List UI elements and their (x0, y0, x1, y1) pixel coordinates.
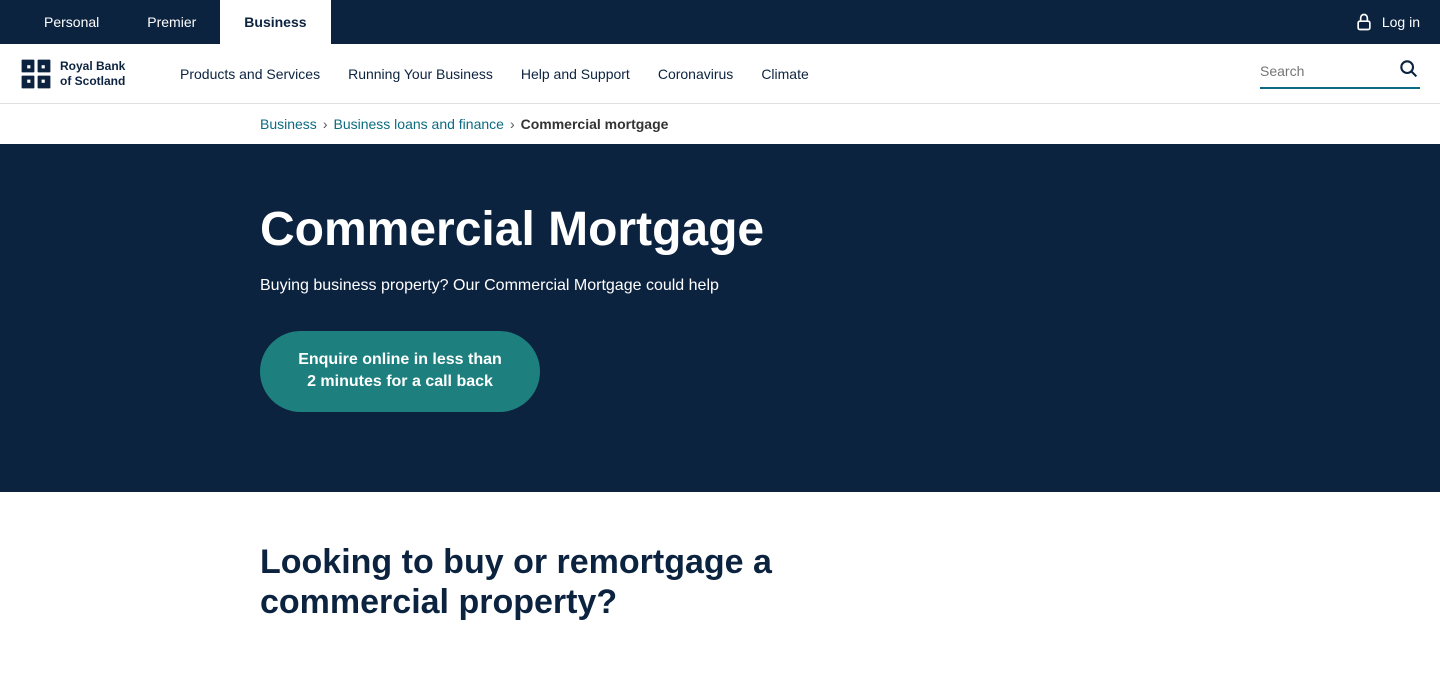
logo-line2: of Scotland (60, 74, 125, 88)
secondary-nav: Royal Bank of Scotland Products and Serv… (0, 44, 1440, 104)
hero-cta-button[interactable]: Enquire online in less than 2 minutes fo… (260, 331, 540, 412)
hero-title: Commercial Mortgage (260, 204, 1180, 257)
search-button[interactable] (1398, 58, 1418, 83)
rbs-logo-icon (20, 58, 52, 90)
tab-business[interactable]: Business (220, 0, 330, 44)
login-label: Log in (1382, 14, 1420, 30)
nav-coronavirus[interactable]: Coronavirus (658, 66, 733, 82)
breadcrumb-sep-1: › (323, 116, 328, 132)
top-bar: Personal Premier Business Log in (0, 0, 1440, 44)
logo-line1: Royal Bank (60, 59, 125, 73)
tab-personal[interactable]: Personal (20, 0, 123, 44)
nav-running-business[interactable]: Running Your Business (348, 66, 493, 82)
nav-products-services[interactable]: Products and Services (180, 66, 320, 82)
search-input[interactable] (1260, 63, 1390, 79)
breadcrumb: Business › Business loans and finance › … (0, 104, 1440, 144)
hero-section: Commercial Mortgage Buying business prop… (0, 144, 1440, 492)
nav-help-support[interactable]: Help and Support (521, 66, 630, 82)
nav-links: Products and Services Running Your Busin… (180, 66, 1260, 82)
breadcrumb-business[interactable]: Business (260, 116, 317, 132)
logo-area[interactable]: Royal Bank of Scotland (20, 58, 140, 90)
hero-subtitle: Buying business property? Our Commercial… (260, 277, 1180, 295)
top-bar-tabs: Personal Premier Business (20, 0, 331, 44)
login-icon (1354, 12, 1374, 32)
breadcrumb-current: Commercial mortgage (521, 116, 669, 132)
login-area[interactable]: Log in (1354, 12, 1420, 32)
nav-climate[interactable]: Climate (761, 66, 808, 82)
tab-premier[interactable]: Premier (123, 0, 220, 44)
breadcrumb-loans[interactable]: Business loans and finance (333, 116, 503, 132)
logo-text: Royal Bank of Scotland (60, 59, 125, 88)
search-area (1260, 58, 1420, 89)
below-hero-title: Looking to buy or remortgage a commercia… (260, 542, 780, 624)
breadcrumb-sep-2: › (510, 116, 515, 132)
below-hero-section: Looking to buy or remortgage a commercia… (0, 492, 1440, 670)
